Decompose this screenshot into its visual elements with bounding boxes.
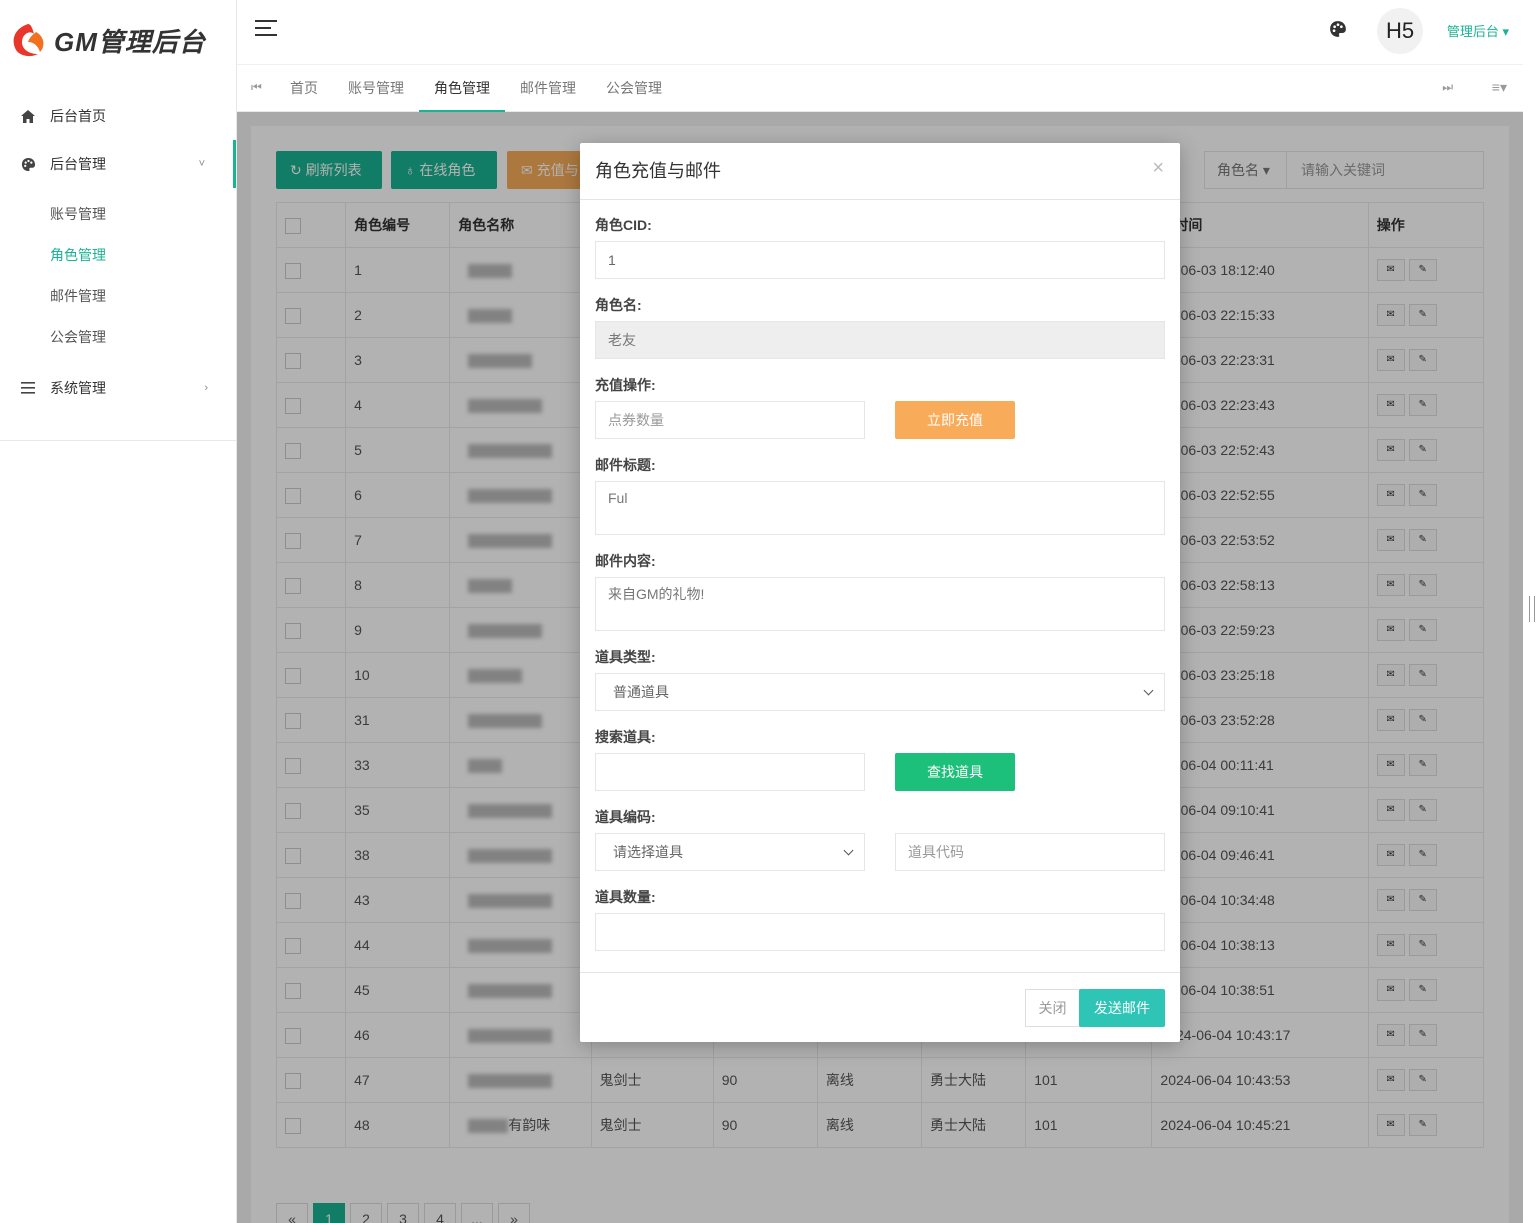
coupon-amount-input[interactable]: 点券数量	[595, 401, 865, 439]
menu-icon	[20, 380, 36, 396]
sidebar-subitem-roles[interactable]: 角色管理	[50, 235, 236, 276]
tab-options-icon[interactable]: ≡▾	[1492, 79, 1507, 96]
item-qty-input[interactable]	[595, 913, 1165, 951]
mail-content-textarea[interactable]: 来自GM的礼物!	[595, 577, 1165, 631]
sidebar-subitem-accounts[interactable]: 账号管理	[50, 194, 236, 235]
role-name-input: 老友	[595, 321, 1165, 359]
close-button[interactable]: 关闭	[1025, 989, 1080, 1027]
sidebar-item-label: 后台首页	[50, 108, 106, 124]
item-code-input[interactable]: 道具代码	[895, 833, 1165, 871]
item-select[interactable]: 请选择道具	[595, 833, 865, 871]
recharge-label: 充值操作:	[595, 377, 656, 393]
avatar[interactable]: H5	[1377, 8, 1423, 54]
tab-home[interactable]: 首页	[275, 65, 333, 112]
item-code-label: 道具编码:	[595, 809, 656, 825]
sidebar-subitem-mail[interactable]: 邮件管理	[50, 276, 236, 317]
palette-icon	[20, 156, 36, 172]
page-scrollbar[interactable]	[1523, 0, 1537, 1223]
tab-mail[interactable]: 邮件管理	[505, 65, 591, 112]
modal-body: 角色CID: 1 角色名: 老友 充值操作: 点券数量 立即充值 邮件标题: F…	[580, 200, 1180, 951]
recharge-mail-modal: 角色充值与邮件 × 角色CID: 1 角色名: 老友 充值操作: 点券数量 立即…	[580, 143, 1180, 1042]
find-item-button[interactable]: 查找道具	[895, 753, 1015, 791]
mail-title-textarea[interactable]: Ful	[595, 481, 1165, 535]
sidebar-item-label: 系统管理	[50, 380, 106, 396]
sidebar-item-label: 后台管理	[50, 156, 106, 172]
modal-title: 角色充值与邮件	[595, 161, 721, 181]
logo: GM管理后台	[0, 0, 236, 80]
tab-scroll-right-icon[interactable]: ⏭	[1442, 80, 1453, 95]
chevron-down-icon: ˅	[198, 158, 205, 170]
role-name-label: 角色名:	[595, 297, 642, 313]
tab-guild[interactable]: 公会管理	[591, 65, 677, 112]
tab-accounts[interactable]: 账号管理	[333, 65, 419, 112]
item-type-select[interactable]: 普通道具	[595, 673, 1165, 711]
send-mail-button[interactable]: 发送邮件	[1079, 989, 1165, 1027]
recharge-now-button[interactable]: 立即充值	[895, 401, 1015, 439]
mail-content-label: 邮件内容:	[595, 553, 656, 569]
close-icon[interactable]: ×	[1152, 157, 1164, 180]
modal-footer: 关闭 发送邮件	[580, 972, 1180, 1042]
hamburger-icon[interactable]	[255, 20, 277, 38]
sidebar-item-admin[interactable]: 后台管理 ˅	[0, 140, 236, 188]
sidebar: GM管理后台 后台首页 后台管理 ˅ 账号管理 角色管理 邮件管理 公会管理 系…	[0, 0, 237, 1223]
logo-icon	[13, 24, 44, 57]
sidebar-item-system[interactable]: 系统管理 ›	[0, 364, 236, 412]
chevron-right-icon: ›	[204, 382, 208, 394]
page-tabs: ⏮ 首页 账号管理 角色管理 邮件管理 公会管理 ⏭ ≡▾	[237, 64, 1523, 112]
cid-label: 角色CID:	[595, 217, 652, 233]
mail-title-label: 邮件标题:	[595, 457, 656, 473]
top-header: H5 管理后台 ▾	[237, 0, 1523, 64]
item-type-label: 道具类型:	[595, 649, 656, 665]
divider	[0, 440, 237, 441]
tab-roles[interactable]: 角色管理	[419, 65, 505, 112]
theme-palette-icon[interactable]	[1329, 20, 1347, 43]
home-icon	[20, 108, 36, 124]
item-qty-label: 道具数量:	[595, 889, 656, 905]
modal-header: 角色充值与邮件 ×	[580, 143, 1180, 200]
user-menu-dropdown[interactable]: 管理后台 ▾	[1447, 21, 1509, 40]
logo-text: GM管理后台	[54, 26, 206, 57]
sidebar-subitem-guild[interactable]: 公会管理	[50, 317, 236, 358]
sidebar-item-home[interactable]: 后台首页	[0, 92, 236, 140]
search-item-label: 搜索道具:	[595, 729, 656, 745]
tab-scroll-left-icon[interactable]: ⏮	[251, 80, 262, 95]
cid-input[interactable]: 1	[595, 241, 1165, 279]
search-item-input[interactable]	[595, 753, 865, 791]
